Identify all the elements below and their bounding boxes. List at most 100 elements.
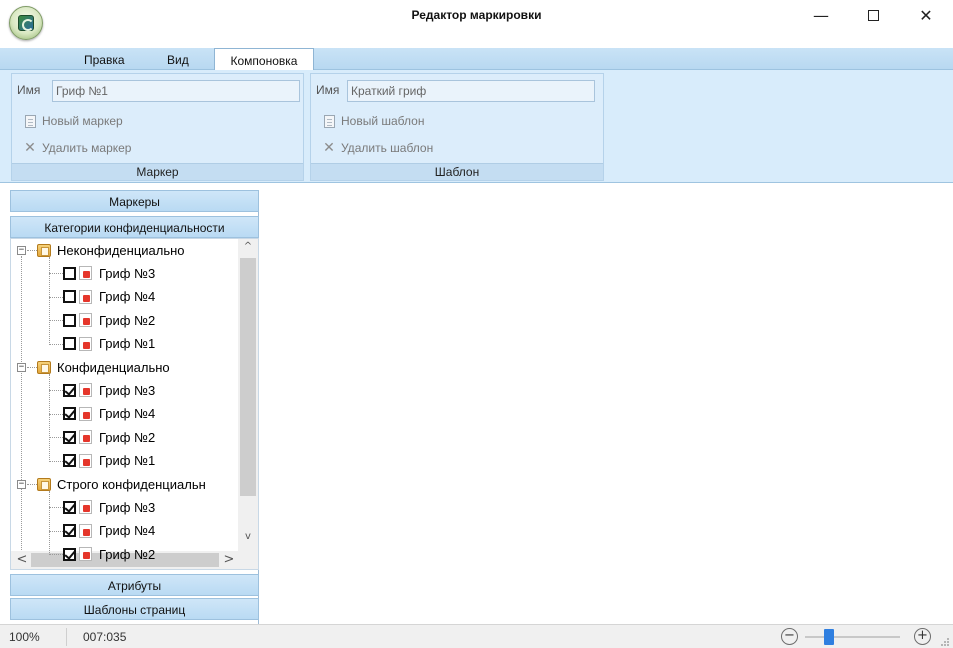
marker-icon xyxy=(79,266,92,281)
checkbox-unchecked[interactable] xyxy=(63,290,76,304)
tree-connector xyxy=(49,530,63,532)
marker-icon xyxy=(79,500,92,515)
tab-view[interactable]: Вид xyxy=(167,51,189,70)
tree-category-item[interactable]: Строго конфиденциальн xyxy=(37,474,206,494)
new-marker-button[interactable]: Новый маркер xyxy=(23,112,123,130)
tree-connector xyxy=(49,320,63,322)
tree-marker-label: Гриф №3 xyxy=(99,382,156,398)
zoom-slider-track[interactable] xyxy=(805,636,900,638)
tree-expander-icon[interactable]: − xyxy=(17,480,26,489)
tree-category-label: Неконфиденциально xyxy=(57,242,185,258)
markers-panel-header[interactable]: Маркеры xyxy=(10,190,259,212)
vertical-scroll-thumb[interactable] xyxy=(240,258,256,496)
tree-marker-item[interactable]: Гриф №4 xyxy=(63,404,155,424)
design-canvas[interactable] xyxy=(260,190,953,624)
template-name-label: Имя xyxy=(316,83,340,97)
ribbon-tabs: Правка Вид Компоновка xyxy=(0,48,953,71)
status-bar: 100% 007:035 − + xyxy=(0,624,953,648)
tree-connector xyxy=(49,390,63,392)
title-bar: Редактор маркировки — ✕ xyxy=(0,0,953,48)
marker-name-input[interactable] xyxy=(52,80,300,102)
delete-marker-button[interactable]: ✕ Удалить маркер xyxy=(23,139,131,157)
tree-connector xyxy=(49,554,63,556)
tree-marker-label: Гриф №2 xyxy=(99,429,156,445)
checkbox-checked[interactable] xyxy=(63,547,76,561)
checkbox-checked[interactable] xyxy=(63,500,76,514)
tree-marker-label: Гриф №3 xyxy=(99,265,156,281)
tree-connector xyxy=(49,507,63,509)
tree-category-label: Строго конфиденциальн xyxy=(57,476,206,492)
marker-icon xyxy=(79,289,92,304)
tab-edit[interactable]: Правка xyxy=(84,51,125,70)
tree-marker-item[interactable]: Гриф №2 xyxy=(63,427,155,447)
zoom-percent: 100% xyxy=(9,630,40,644)
tree-category-item[interactable]: Неконфиденциально xyxy=(37,240,185,260)
scroll-down-icon[interactable]: v xyxy=(238,531,258,548)
minimize-button[interactable]: — xyxy=(798,0,844,30)
ribbon-panel: Имя Новый маркер ✕ Удалить маркер Маркер… xyxy=(0,70,953,183)
zoom-in-button[interactable]: + xyxy=(914,628,931,645)
page-templates-panel-header[interactable]: Шаблоны страниц xyxy=(10,598,259,620)
tree-category-item[interactable]: Конфиденциально xyxy=(37,357,170,377)
new-document-icon xyxy=(24,114,36,128)
cursor-position: 007:035 xyxy=(83,630,127,644)
categories-panel-header[interactable]: Категории конфиденциальности xyxy=(10,216,259,238)
minus-icon: − xyxy=(784,628,795,643)
checkbox-checked[interactable] xyxy=(63,407,76,421)
minimize-icon: — xyxy=(813,5,829,25)
marker-icon xyxy=(79,523,92,538)
categories-tree: ^ v < > − Неконфиденциально Гриф №3 Гриф №4… xyxy=(10,238,259,570)
attributes-panel-header[interactable]: Атрибуты xyxy=(10,574,259,596)
zoom-out-button[interactable]: − xyxy=(781,628,798,645)
tree-connector xyxy=(49,296,63,298)
folder-icon xyxy=(37,243,51,257)
tree-expander-icon[interactable]: − xyxy=(17,246,26,255)
tree-marker-item[interactable]: Гриф №2 xyxy=(63,310,155,330)
checkbox-checked[interactable] xyxy=(63,524,76,538)
checkbox-unchecked[interactable] xyxy=(63,337,76,351)
tree-marker-item[interactable]: Гриф №1 xyxy=(63,451,155,471)
maximize-button[interactable] xyxy=(850,0,896,30)
tree-marker-item[interactable]: Гриф №3 xyxy=(63,380,155,400)
checkbox-unchecked[interactable] xyxy=(63,266,76,280)
tree-marker-item[interactable]: Гриф №1 xyxy=(63,334,155,354)
new-template-button[interactable]: Новый шаблон xyxy=(322,112,424,130)
checkbox-unchecked[interactable] xyxy=(63,313,76,327)
template-name-input[interactable] xyxy=(347,80,595,102)
close-button[interactable]: ✕ xyxy=(903,0,949,30)
tree-expander-icon[interactable]: − xyxy=(17,363,26,372)
new-document-icon xyxy=(323,114,335,128)
tree-marker-item[interactable]: Гриф №3 xyxy=(63,263,155,283)
tree-connector xyxy=(49,491,50,556)
tree-connector xyxy=(49,460,63,462)
delete-icon: ✕ xyxy=(323,140,335,156)
tree-connector xyxy=(27,484,37,485)
checkbox-checked[interactable] xyxy=(63,454,76,468)
maximize-icon xyxy=(867,9,879,21)
scroll-left-icon[interactable]: < xyxy=(13,551,31,569)
checkbox-checked[interactable] xyxy=(63,430,76,444)
tab-layout[interactable]: Компоновка xyxy=(214,48,314,71)
tree-connector xyxy=(49,437,63,439)
scroll-right-icon[interactable]: > xyxy=(220,551,238,569)
tree-connector xyxy=(49,257,50,345)
delete-template-button[interactable]: ✕ Удалить шаблон xyxy=(322,139,433,157)
tree-vertical-scrollbar[interactable]: ^ v xyxy=(238,239,258,551)
template-group-caption: Шаблон xyxy=(311,163,603,180)
resize-grip-icon[interactable] xyxy=(940,637,950,647)
tree-marker-item[interactable]: Гриф №4 xyxy=(63,521,155,541)
marker-icon xyxy=(79,383,92,398)
zoom-slider-thumb[interactable] xyxy=(823,629,834,645)
tree-category-label: Конфиденциально xyxy=(57,359,170,375)
tree-connector xyxy=(49,343,63,345)
tree-marker-item[interactable]: Гриф №4 xyxy=(63,287,155,307)
marker-icon xyxy=(79,547,92,562)
marker-icon xyxy=(79,430,92,445)
tree-marker-label: Гриф №2 xyxy=(99,312,156,328)
tree-marker-item[interactable]: Гриф №2 xyxy=(63,544,155,564)
template-group: Имя Новый шаблон ✕ Удалить шаблон Шаблон xyxy=(310,73,604,181)
marker-group: Имя Новый маркер ✕ Удалить маркер Маркер xyxy=(11,73,304,181)
scroll-up-icon[interactable]: ^ xyxy=(238,241,258,258)
checkbox-checked[interactable] xyxy=(63,383,76,397)
tree-marker-item[interactable]: Гриф №3 xyxy=(63,497,155,517)
